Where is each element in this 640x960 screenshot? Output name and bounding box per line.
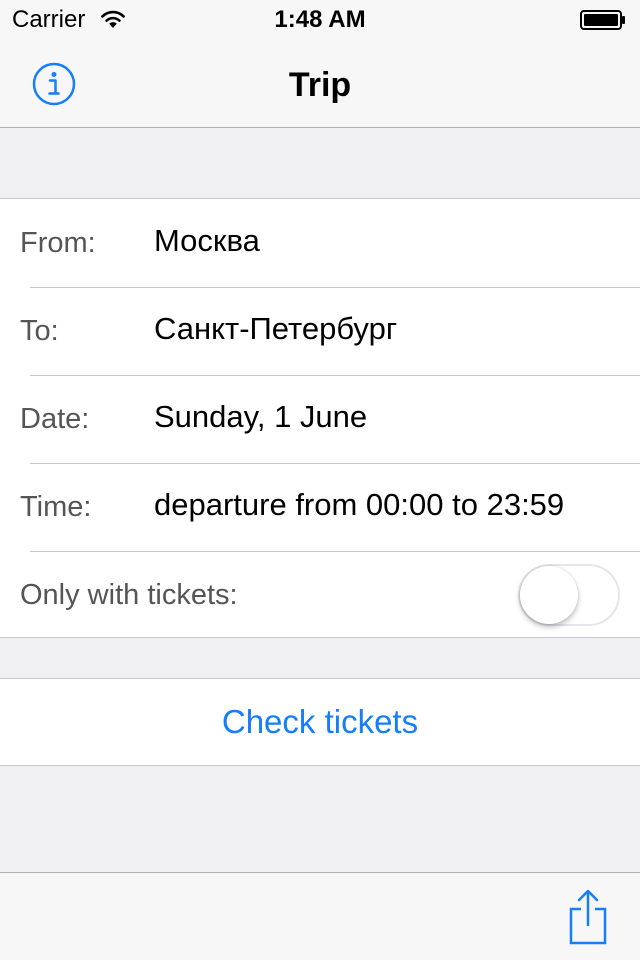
to-row[interactable]: To: Санкт-Петербург — [0, 287, 640, 375]
action-group: Check tickets — [0, 678, 640, 766]
to-label: To: — [20, 315, 59, 347]
from-row[interactable]: From: Москва — [0, 199, 640, 287]
tickets-filter-row: Only with tickets: — [0, 551, 640, 639]
share-icon[interactable] — [566, 889, 610, 945]
status-time: 1:48 AM — [274, 6, 366, 33]
tickets-filter-label: Only with tickets: — [20, 579, 238, 611]
check-tickets-button[interactable]: Check tickets — [0, 679, 640, 765]
to-value[interactable]: Санкт-Петербург — [154, 287, 397, 371]
status-bar: Carrier 1:48 AM — [0, 0, 640, 40]
from-label: From: — [20, 227, 96, 259]
page-title: Trip — [288, 66, 352, 104]
toggle-knob — [520, 566, 578, 624]
from-value[interactable]: Москва — [154, 199, 260, 283]
date-value[interactable]: Sunday, 1 June — [154, 375, 367, 459]
battery-icon — [580, 10, 625, 30]
bottom-toolbar — [0, 872, 640, 960]
navigation-bar: Trip — [0, 40, 640, 128]
time-label: Time: — [20, 491, 92, 523]
date-label: Date: — [20, 403, 90, 435]
trip-form: From: Москва To: Санкт-Петербург Date: S… — [0, 198, 640, 638]
time-value[interactable]: departure from 00:00 to 23:59 — [154, 463, 564, 547]
date-row[interactable]: Date: Sunday, 1 June — [0, 375, 640, 463]
only-with-tickets-toggle[interactable] — [518, 564, 620, 626]
time-row[interactable]: Time: departure from 00:00 to 23:59 — [0, 463, 640, 551]
